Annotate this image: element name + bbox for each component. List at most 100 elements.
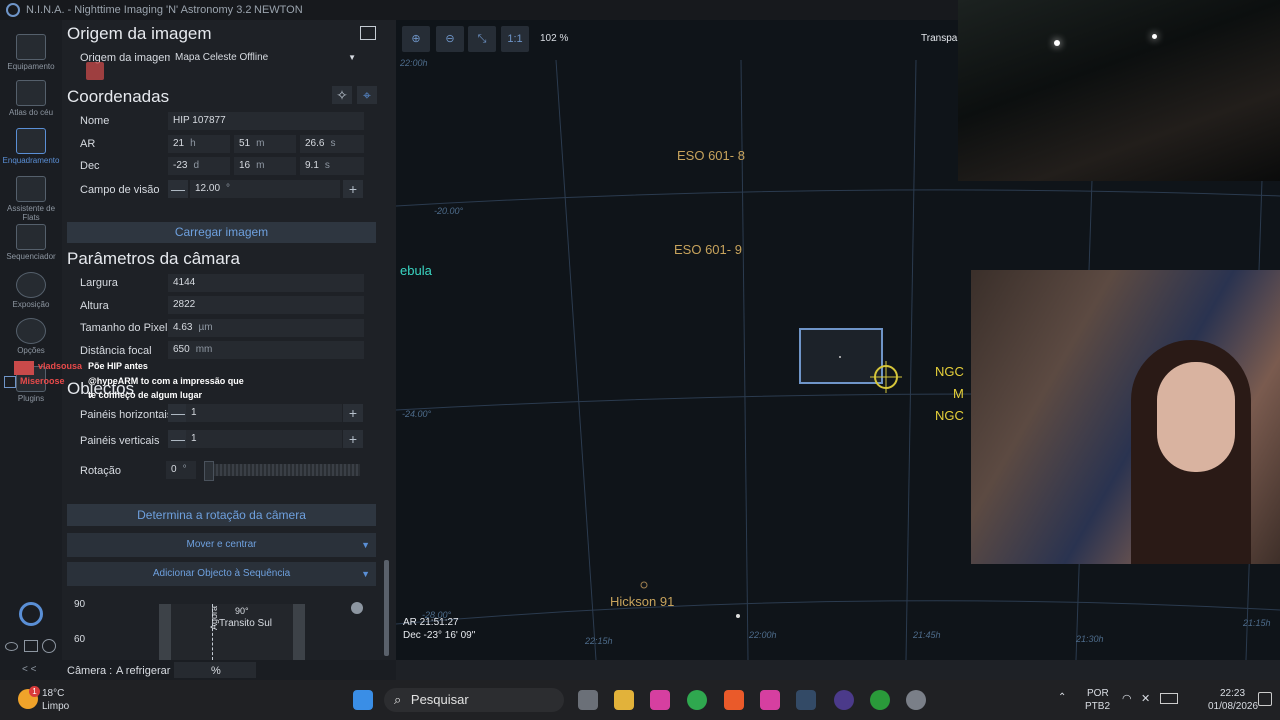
object-ngc-1[interactable]: NGC [935,364,964,379]
manual-book-icon[interactable] [360,26,376,40]
tray-chevron-icon[interactable]: ⌃ [1058,692,1066,703]
unit: ° [226,183,231,194]
dec-seconds-input[interactable]: 9.1 s [300,157,364,175]
windows-start-icon[interactable] [353,690,373,710]
vpanels-increase-button[interactable]: + [343,430,363,448]
dec-minutes-input[interactable]: 16 m [234,157,296,175]
slew-center-button[interactable]: Mover e centrar ▼ [67,533,376,557]
pixel-size-input[interactable]: 4.63 µm [168,319,364,337]
nav-exposure[interactable]: Exposição [0,272,62,309]
hpanels-increase-button[interactable]: + [343,404,363,422]
add-to-sequence-button[interactable]: Adicionar Objecto à Sequência ▼ [67,562,376,586]
nav-label: Sequenciador [6,252,56,261]
nav-framing[interactable]: Enquadramento [0,128,62,165]
chrome-icon[interactable] [687,690,707,710]
stellarium-icon[interactable] [834,690,854,710]
object-ngc-2[interactable]: NGC [935,408,964,423]
nav-label: Atlas do céu [8,108,54,117]
image-source-select[interactable]: Mapa Celeste Offline ▼ [170,49,362,67]
taskbar-search[interactable]: ⌕ Pesquisar [384,688,564,712]
unit: mm [195,344,213,355]
object-nebula[interactable]: ebula [400,263,432,278]
grid-label-ra2130: 21:30h [1076,634,1104,644]
app-pink-icon-2[interactable] [760,690,780,710]
task-view-icon[interactable] [578,690,598,710]
chevron-down-icon[interactable]: ▼ [361,562,370,586]
fov-decrease-button[interactable]: — [168,180,188,198]
object-m[interactable]: M [953,386,964,401]
nina-taskbar-icon[interactable] [796,690,816,710]
ra-hours-input[interactable]: 21 h [168,135,230,153]
width-input[interactable]: 4144 [168,274,364,292]
nav-sequencer[interactable]: Sequenciador [0,224,62,261]
chat-message-2a: @hypeARM to com a impressão que [88,376,244,386]
streamer-face [1157,362,1235,472]
add-sequence-label: Adicionar Objecto à Sequência [152,568,291,579]
chevron-down-icon[interactable]: ▼ [361,533,370,557]
rotation-slider-thumb[interactable] [204,461,214,481]
fov-value: 12.00 [195,183,221,194]
height-input[interactable]: 2822 [168,296,364,314]
panel-scrollbar[interactable] [384,560,389,656]
dec-degrees: -23 [173,160,188,171]
name-input[interactable]: HIP 107877 [168,112,364,130]
vpanels-label: Painéis verticais [80,435,160,447]
grid-label-ra2200: 22:00h [749,630,777,640]
nav-sky-atlas[interactable]: Atlas do céu [0,80,62,117]
collapse-button[interactable]: < < [22,664,36,675]
hpanels-input[interactable]: 1 [186,404,342,422]
brave-icon[interactable] [724,690,744,710]
book-icon[interactable] [24,640,38,652]
battery-icon[interactable] [1160,693,1178,704]
rotation-value: 0 [171,464,177,475]
object-eso-601-8[interactable]: ESO 601- 8 [677,148,745,163]
camera-status-label: Câmera : [67,665,113,677]
toggle-circle-icon[interactable] [351,602,363,614]
profile-name: NEWTON [254,4,303,16]
file-explorer-icon[interactable] [614,690,634,710]
dec-degrees-input[interactable]: -23 d [168,157,230,175]
language-1[interactable]: POR [1087,688,1109,699]
object-hickson-91[interactable]: Hickson 91 [610,594,674,609]
load-image-button[interactable]: Carregar imagem [67,222,376,243]
focal-length-input[interactable]: 650 mm [168,341,364,359]
nav-flats[interactable]: Assistente de Flats [0,176,62,222]
unit: ° [182,464,187,475]
nav-equipment[interactable]: Equipamento [0,34,62,71]
sequencer-icon [16,224,46,250]
rotation-slider[interactable] [204,461,360,481]
eye-icon[interactable] [5,642,18,651]
clock-time[interactable]: 22:23 [1220,688,1245,699]
ra-seconds-input[interactable]: 26.6 s [300,135,364,153]
fov-increase-button[interactable]: + [343,180,363,198]
hpanels-decrease-button[interactable]: — [168,404,188,422]
object-eso-601-9[interactable]: ESO 601- 9 [674,242,742,257]
app-pink-icon[interactable] [650,690,670,710]
info-icon[interactable] [42,639,56,653]
clock-date[interactable]: 01/08/2026 [1208,701,1258,712]
ra-minutes-input[interactable]: 51 m [234,135,296,153]
phd2-icon[interactable] [870,690,890,710]
name-label: Nome [80,115,110,127]
determine-rotation-button[interactable]: Determina a rotação da câmera [67,504,376,526]
cursor-dec: Dec -23° 16' 09" [403,630,476,641]
power-icon[interactable] [19,602,43,626]
grid-label-ra2115: 21:15h [1243,618,1271,628]
exposure-icon [16,272,46,298]
notifications-icon[interactable] [1258,692,1272,706]
nav-label: Exposição [12,300,50,309]
app-gray-icon[interactable] [906,690,926,710]
vpanels-decrease-button[interactable]: — [168,430,188,448]
target-search-icon[interactable]: ✧ [332,86,352,104]
gear-icon [16,318,46,344]
location-pin-icon[interactable]: ⌖ [357,86,377,104]
status-bar: Câmera : A refrigerar % [62,660,396,680]
fov-input[interactable]: 12.00 ° [190,180,340,198]
wifi-icon[interactable]: ◠ [1122,692,1132,705]
nav-options[interactable]: Opções [0,318,62,355]
camera-frame[interactable] [799,328,883,384]
vpanels-input[interactable]: 1 [186,430,342,448]
rotation-input[interactable]: 0 ° [166,461,196,479]
language-2[interactable]: PTB2 [1085,701,1110,712]
volume-muted-icon[interactable]: ✕ [1141,692,1150,705]
